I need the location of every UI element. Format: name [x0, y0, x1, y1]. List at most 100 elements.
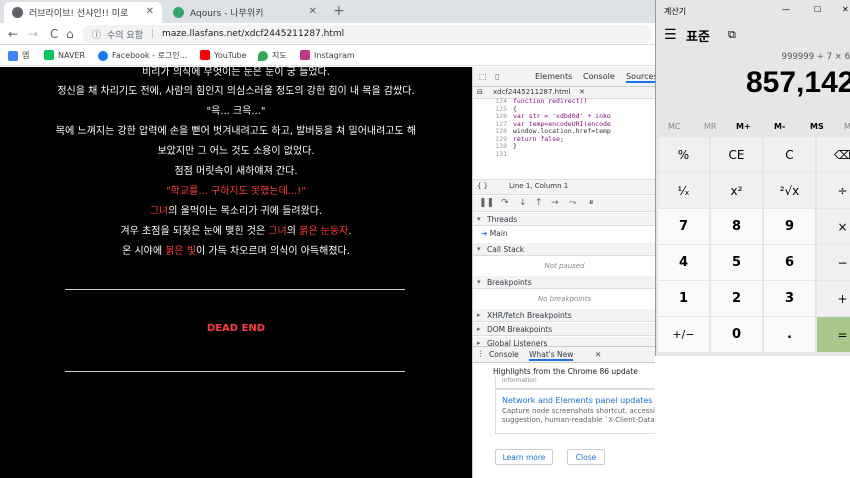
update-card[interactable]: Network and Elements panel updates Captu… [495, 389, 655, 434]
subtract-key[interactable]: − [817, 245, 850, 280]
code-editor[interactable]: 124 function redirect() 125{126 var str = … [473, 97, 655, 158]
digit-5-key[interactable]: 5 [711, 245, 762, 280]
clear-entry-key[interactable]: CE [711, 137, 762, 172]
step-into-icon[interactable]: ↓ [519, 198, 527, 208]
story-line: 정신을 채 차리기도 전에, 사람의 힘인지 의심스러울 정도의 강한 힘이 내… [0, 82, 472, 97]
digit-0-key[interactable]: 0 [711, 317, 762, 352]
backspace-key[interactable]: ⌫ [817, 137, 850, 172]
bookmark-naver[interactable]: NAVER [44, 50, 85, 60]
bookmark-apps[interactable]: 앱 [8, 50, 29, 61]
step-out-icon[interactable]: ↑ [535, 198, 543, 208]
maximize-button[interactable]: ☐ [814, 5, 821, 14]
hamburger-menu-icon[interactable]: ☰ [664, 27, 677, 43]
memory-key-mc[interactable]: MC [668, 122, 681, 131]
panel-toggle-icon[interactable]: ⊟ [477, 88, 483, 96]
back-button[interactable]: ← [8, 27, 18, 41]
bookmark-maps[interactable]: 지도 [258, 50, 287, 61]
highlighted-text: 붉은 눈동자 [299, 226, 349, 237]
xhr-breakpoints-section[interactable]: XHR/fetch Breakpoints [473, 309, 655, 322]
story-text-segment: 비리가 의식에 무엇이는 눈은 눈이 궁 들었다. [142, 67, 330, 78]
percent-key[interactable]: % [658, 137, 709, 172]
digit-3-key[interactable]: 3 [764, 281, 815, 316]
url-input[interactable]: ⓘ 수의 요함 | maze.llasfans.net/xdcf24452112… [82, 25, 652, 43]
close-tab-icon[interactable]: ✕ [146, 6, 154, 17]
highlighted-text: "학교를... 구하지도 못했는데...!" [166, 186, 306, 197]
pause-on-exceptions-icon[interactable]: ⏸ [589, 198, 594, 208]
digit-4-key[interactable]: 4 [658, 245, 709, 280]
new-tab-button[interactable]: + [333, 3, 345, 19]
square-key[interactable]: x² [711, 173, 762, 208]
security-label: 수의 요함 [107, 30, 143, 41]
keep-on-top-icon[interactable]: ⧉ [728, 28, 736, 42]
dom-breakpoints-section[interactable]: DOM Breakpoints [473, 323, 655, 336]
clear-key[interactable]: C [764, 137, 815, 172]
reciprocal-key[interactable]: ¹⁄ₓ [658, 173, 709, 208]
square-root-key[interactable]: ²√x [764, 173, 815, 208]
namu-icon [173, 7, 184, 18]
digit-7-key[interactable]: 7 [658, 209, 709, 244]
info-icon[interactable]: ⓘ [92, 28, 101, 41]
tab-namu[interactable]: Aqours - 나무위키 ✕ [165, 2, 325, 23]
memory-key-m-plus[interactable]: M+ [736, 122, 751, 131]
digit-2-key[interactable]: 2 [711, 281, 762, 316]
negate-key[interactable]: +/− [658, 317, 709, 352]
multiply-key[interactable]: × [817, 209, 850, 244]
learn-more-button[interactable]: Learn more [495, 449, 553, 465]
story-line: 겨우 초점을 되찾은 눈에 맺힌 것은 그녀의 붉은 눈동자. [0, 222, 472, 237]
reload-button[interactable]: C [50, 27, 58, 41]
debugger-toolbar: ❚❚ ↷ ↓ ↑ → ⤳ ⏸ [473, 196, 655, 212]
arrow-icon: ➔ [481, 229, 488, 238]
memory-key-ms[interactable]: MS [810, 122, 824, 131]
bookmark-youtube[interactable]: YouTube [200, 50, 247, 60]
digit-8-key[interactable]: 8 [711, 209, 762, 244]
close-file-icon[interactable]: ✕ [579, 88, 585, 96]
home-button[interactable]: ⌂ [66, 27, 74, 41]
deactivate-breakpoints-icon[interactable]: ⤳ [569, 198, 576, 208]
drawer-tab-console[interactable]: Console [489, 350, 519, 359]
call-stack-section[interactable]: Call Stack [473, 243, 655, 256]
story-line: 목에 느껴지는 강한 압력에 손을 뻗어 벗겨내려고도 하고, 발버둥을 쳐 밀… [0, 122, 472, 137]
step-over-icon[interactable]: ↷ [501, 198, 509, 208]
not-paused-text: Not paused [544, 262, 585, 270]
format-icon[interactable]: { } [477, 182, 488, 190]
threads-section[interactable]: Threads [473, 213, 655, 226]
minimize-button[interactable]: — [782, 5, 790, 14]
tab-elements[interactable]: Elements [535, 72, 572, 81]
digit-1-key[interactable]: 1 [658, 281, 709, 316]
add-key[interactable]: + [817, 281, 850, 316]
forward-button[interactable]: → [28, 27, 38, 41]
thread-main[interactable]: ➔ Main [481, 229, 508, 238]
pause-icon[interactable]: ❚❚ [479, 198, 494, 208]
memory-key-mr[interactable]: MR [704, 122, 716, 131]
close-window-button[interactable]: ✕ [842, 5, 849, 14]
bookmark-facebook[interactable]: Facebook - 로그인... [98, 50, 187, 61]
tab-console[interactable]: Console [583, 72, 615, 81]
tab-maze[interactable]: 러브라이브! 선샤인!! 미로 ✕ [4, 2, 162, 23]
device-icon[interactable]: ▯ [495, 72, 499, 81]
bookmark-instagram[interactable]: Instagram [300, 50, 355, 60]
divide-key[interactable]: ÷ [817, 173, 850, 208]
digit-9-key[interactable]: 9 [764, 209, 815, 244]
update-title[interactable]: Network and Elements panel updates [502, 396, 652, 405]
drawer-menu-icon[interactable]: ⋮ [477, 349, 485, 358]
calculator-app-title: 계산기 [664, 7, 687, 16]
equals-key[interactable]: = [817, 317, 850, 352]
memory-key-m[interactable]: M [844, 122, 850, 131]
memory-key-m-minus[interactable]: M- [774, 122, 785, 131]
close-drawer-tab-icon[interactable]: ✕ [595, 350, 601, 359]
whats-new-title: Highlights from the Chrome 86 update [493, 367, 638, 376]
step-icon[interactable]: → [551, 198, 559, 208]
close-button[interactable]: Close [567, 449, 605, 465]
tab-sources[interactable]: Sources [626, 72, 655, 83]
story-line: 비리가 의식에 무엇이는 눈은 눈이 궁 들었다. [0, 67, 472, 78]
story-text-segment: 온 시야에 [122, 246, 166, 257]
breakpoints-section[interactable]: Breakpoints [473, 276, 655, 289]
no-breakpoints-text: No breakpoints [537, 295, 592, 303]
decimal-key[interactable]: . [764, 317, 815, 352]
drawer-tab-whats-new[interactable]: What's New [529, 350, 574, 361]
update-description: Capture node screenshots shortcut, acces… [502, 407, 655, 424]
close-tab-icon[interactable]: ✕ [309, 6, 317, 17]
story-line: "윽... 크윽..." [0, 102, 472, 117]
digit-6-key[interactable]: 6 [764, 245, 815, 280]
inspect-icon[interactable]: ⬚ [479, 72, 487, 81]
